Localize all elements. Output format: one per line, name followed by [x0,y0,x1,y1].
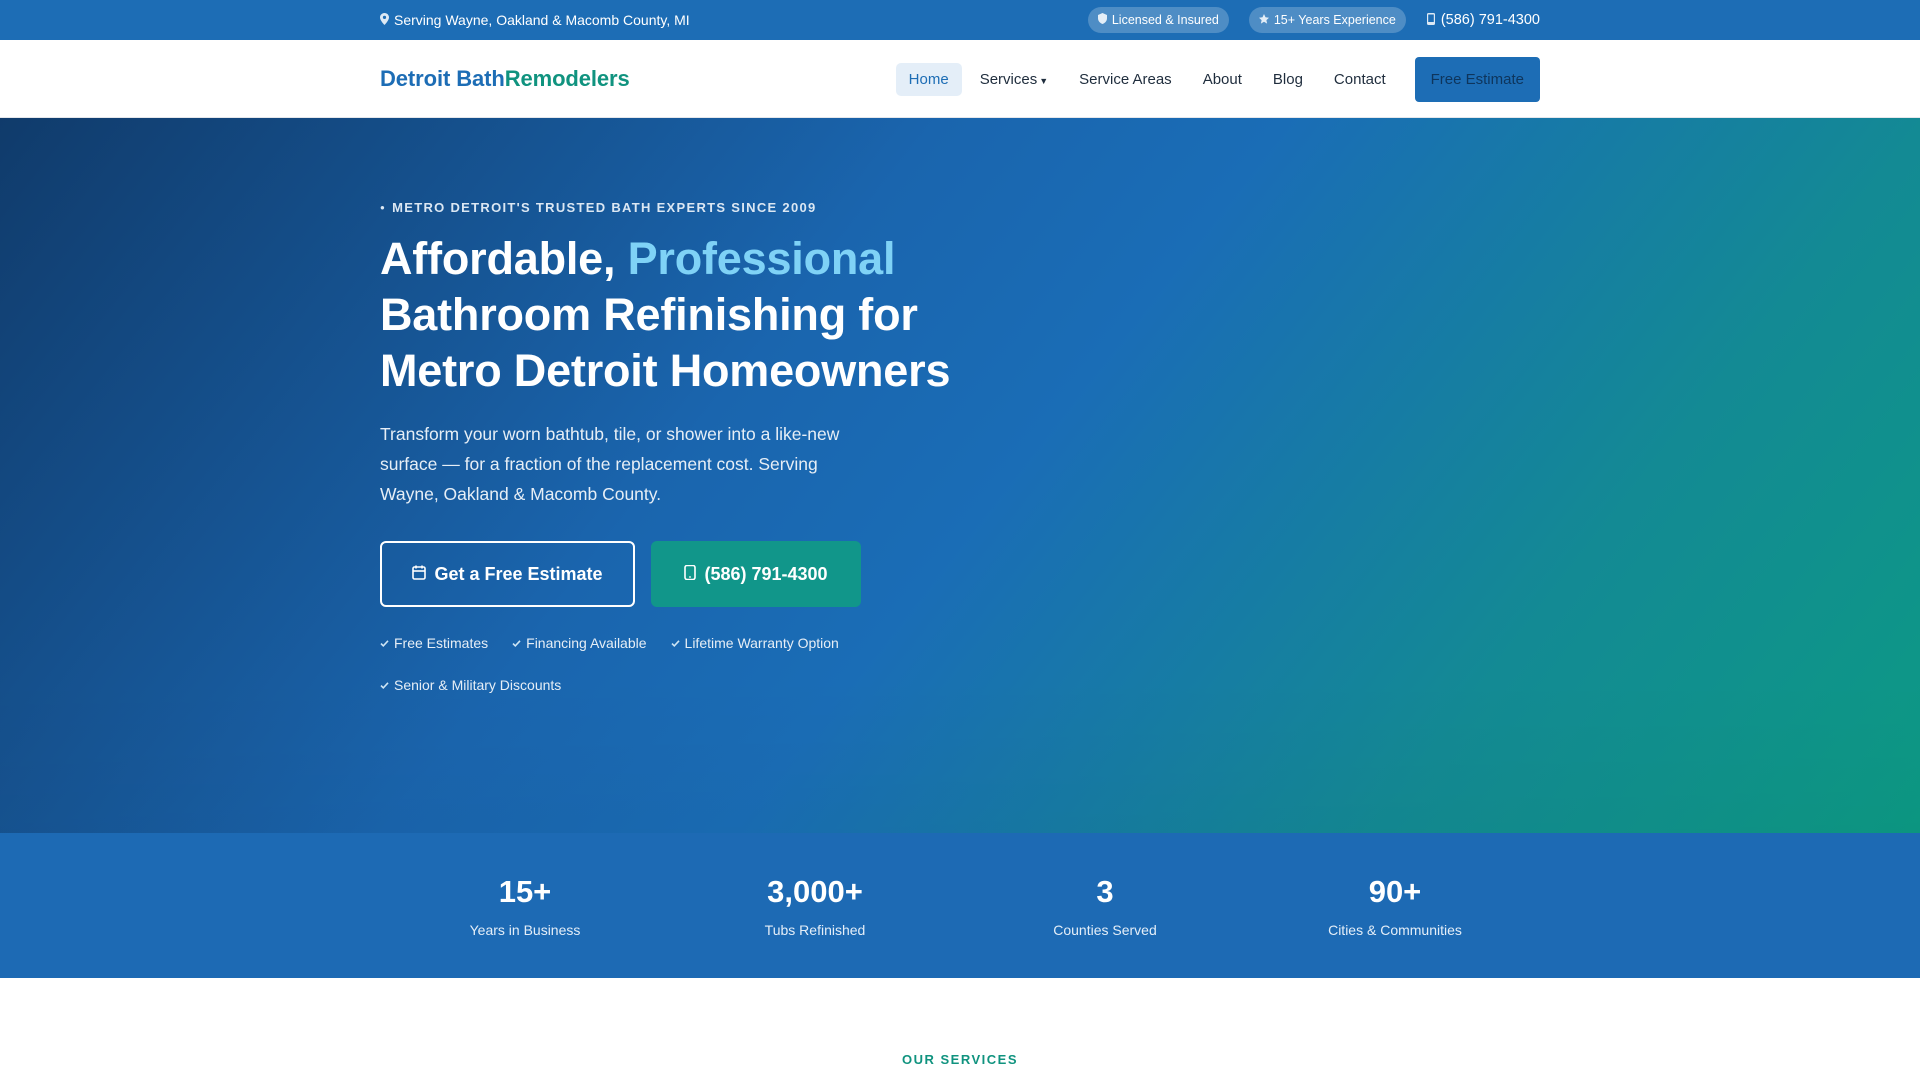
perk-item: Lifetime Warranty Option [670,635,839,651]
licensed-badge-text: Licensed & Insured [1111,13,1219,27]
perk-item: Free Estimates [380,635,488,651]
nav-item-contact-label: Contact [1333,70,1386,88]
get-free-estimate-label: Get a Free Estimate [434,563,603,584]
perk-item: Senior & Military Discounts [380,677,561,693]
stat-value: 15+ [498,873,552,909]
check-icon [512,635,521,651]
stats-bar: 15+ Years in Business 3,000+ Tubs Refini… [0,833,1920,978]
topbar-phone-text: (586) 791-4300 [1440,12,1540,28]
check-icon [380,677,389,693]
stat-item: 3 Counties Served [985,874,1225,938]
nav-item-home[interactable]: Home [895,62,962,96]
perk-item: Financing Available [512,635,647,651]
perk-label: Senior & Military Discounts [394,677,562,693]
licensed-badge: Licensed & Insured [1087,7,1229,33]
stat-label: Counties Served [1053,921,1157,938]
nav-item-services[interactable]: Services ▼ [967,63,1061,96]
stat-value: 3,000+ [767,873,863,909]
phone-icon [1426,12,1436,28]
nav-item-service-areas-label: Service Areas [1079,70,1172,88]
headline-pre: Affordable, [380,233,628,284]
nav-item-about-label: About [1202,70,1242,88]
nav-item-blog-label: Blog [1272,70,1303,88]
call-phone-label: (586) 791-4300 [704,563,828,584]
service-area-text: Serving Wayne, Oakland & Macomb County, … [394,12,690,28]
nav-item-home-label: Home [908,70,949,88]
free-estimate-button[interactable]: Free Estimate [1414,56,1540,102]
services-section: OUR SERVICES [0,978,1920,1080]
shield-icon [1097,13,1107,27]
nav-item-services-label: Services [979,70,1038,88]
nav-item-about[interactable]: About [1190,63,1255,96]
nav-item-service-areas[interactable]: Service Areas [1066,63,1185,96]
call-phone-button[interactable]: (586) 791-4300 [651,541,861,607]
main-nav-bar: Detroit BathRemodelers Home Services ▼ Se… [0,40,1920,118]
perk-label: Lifetime Warranty Option [684,635,839,651]
logo-text-detroit-bath: Detroit Bath [380,66,505,91]
hero-eyebrow-text: METRO DETROIT'S TRUSTED BATH EXPERTS SIN… [392,200,817,215]
experience-badge: 15+ Years Experience [1248,7,1406,33]
star-icon [1258,13,1269,27]
phone-icon [684,564,697,585]
stat-value: 90+ [1368,873,1422,909]
stat-item: 15+ Years in Business [405,874,645,938]
stat-value: 3 [1096,873,1114,909]
stat-label: Cities & Communities [1328,921,1462,938]
hero-section: ● METRO DETROIT'S TRUSTED BATH EXPERTS S… [0,118,1920,833]
service-area-info: Serving Wayne, Oakland & Macomb County, … [380,12,690,28]
stat-item: 90+ Cities & Communities [1275,874,1515,938]
hero-subtext: Transform your worn bathtub, tile, or sh… [380,424,840,504]
perk-label: Financing Available [526,635,647,651]
stat-item: 3,000+ Tubs Refinished [695,874,935,938]
hero-eyebrow: ● METRO DETROIT'S TRUSTED BATH EXPERTS S… [380,200,1540,215]
hero-cta-group: Get a Free Estimate (586) 791-4300 [380,541,1540,607]
map-pin-icon [380,12,389,28]
hero-headline: Affordable, Professional Bathroom Refini… [380,231,960,399]
services-kicker: OUR SERVICES [901,1052,1018,1067]
site-logo[interactable]: Detroit BathRemodelers [380,66,630,92]
top-bar: Serving Wayne, Oakland & Macomb County, … [0,0,1920,40]
chevron-down-icon: ▼ [1039,75,1049,86]
headline-rest: Bathroom Refinishing for Metro Detroit H… [380,289,951,396]
headline-accent: Professional [627,233,896,284]
calendar-icon [412,564,427,585]
nav-menu: Home Services ▼ Service Areas About Blog … [891,56,1540,102]
check-icon [670,635,680,651]
experience-badge-text: 15+ Years Experience [1273,13,1396,27]
stat-label: Tubs Refinished [764,921,866,938]
nav-item-contact[interactable]: Contact [1321,63,1399,96]
hero-perks-list: Free Estimates Financing Available Lifet… [380,635,900,693]
check-icon [380,635,389,651]
get-free-estimate-button[interactable]: Get a Free Estimate [380,541,635,607]
nav-item-blog[interactable]: Blog [1260,63,1316,96]
stat-label: Years in Business [469,921,581,938]
logo-text-remodelers: Remodelers [504,66,630,91]
topbar-phone-link[interactable]: (586) 791-4300 [1426,12,1540,28]
badge-dot-icon: ● [380,203,387,212]
perk-label: Free Estimates [394,635,489,651]
